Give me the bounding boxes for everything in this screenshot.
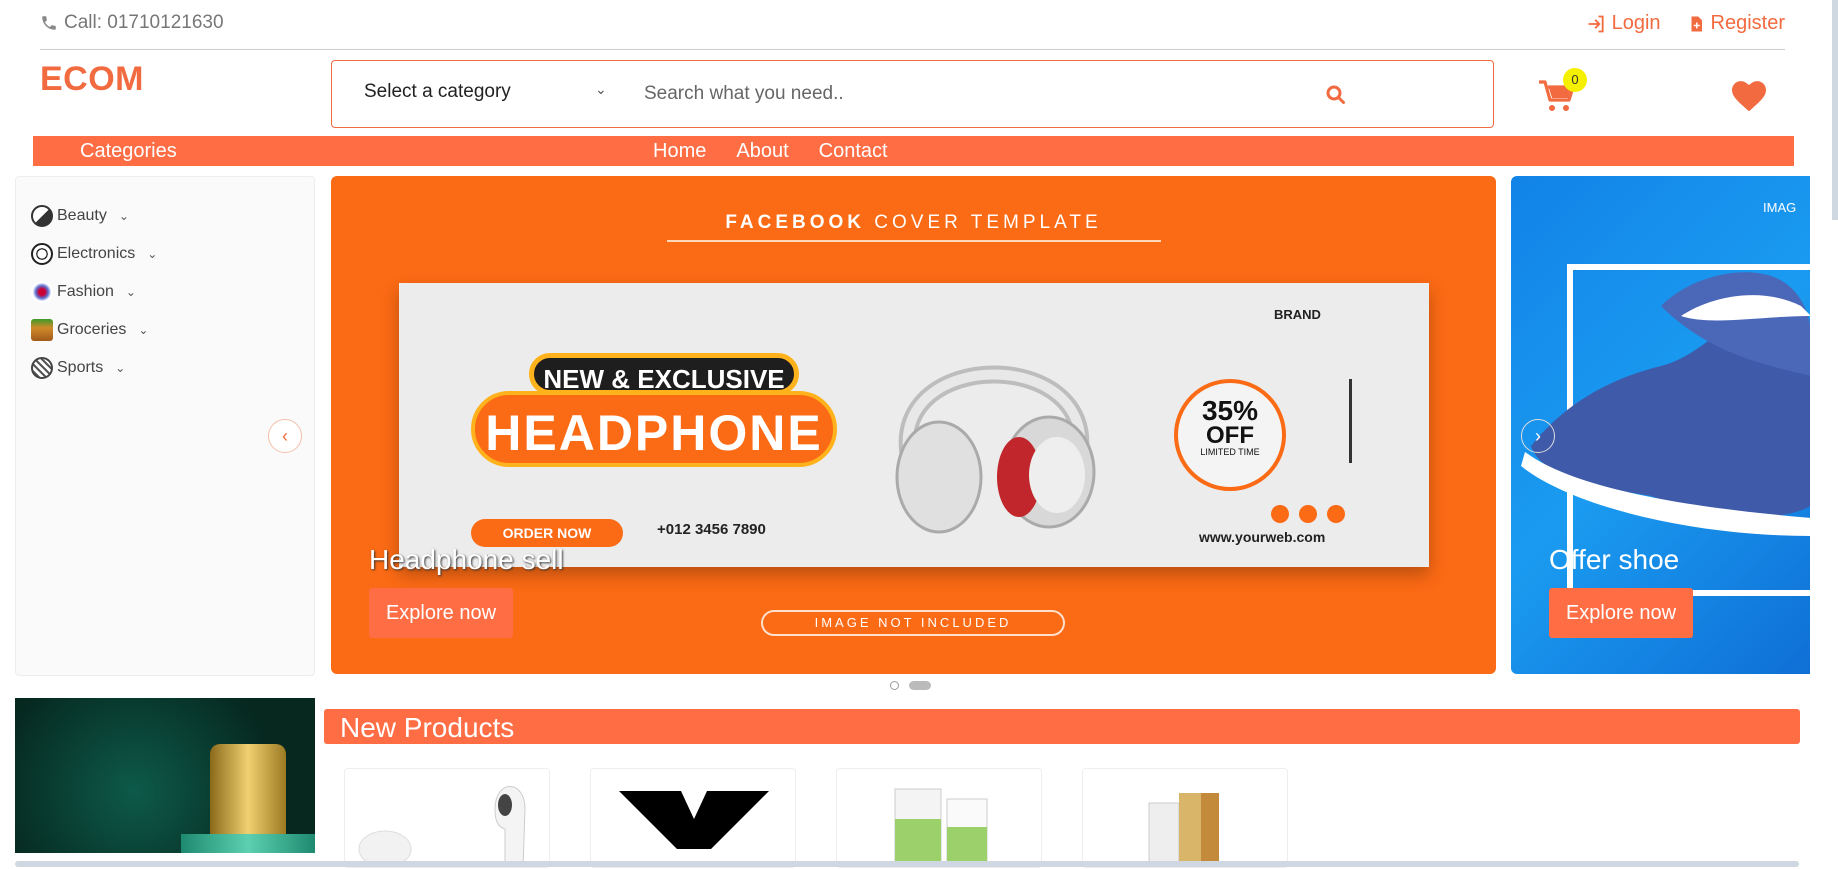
slide-caption: Offer shoe — [1549, 544, 1680, 575]
main-navbar: Categories Home About Contact — [33, 136, 1794, 166]
call-info: Call: 01710121630 — [40, 12, 224, 34]
explore-now-button[interactable]: Explore now — [1549, 588, 1693, 638]
groceries-icon — [31, 319, 53, 341]
electronics-icon — [31, 243, 53, 265]
explore-now-button[interactable]: Explore now — [369, 588, 513, 638]
product-card[interactable] — [344, 768, 550, 868]
product-tube-image — [1148, 793, 1219, 867]
product-card[interactable] — [1082, 768, 1288, 868]
carousel-indicators — [890, 681, 931, 690]
chevron-down-icon: ⌄ — [115, 361, 126, 375]
image-label: IMAG — [1763, 200, 1797, 215]
categories-toggle[interactable]: Categories — [80, 140, 177, 163]
sidebar-item-label: Electronics — [57, 245, 136, 262]
login-label: Login — [1611, 12, 1661, 34]
sports-icon — [31, 357, 53, 379]
nav-contact[interactable]: Contact — [819, 140, 888, 163]
chevron-down-icon: ⌄ — [138, 323, 149, 337]
sidebar-item-groceries[interactable]: Groceries ⌄ — [31, 319, 148, 341]
facebook-icon — [1271, 505, 1289, 523]
banner-tag: NEW & EXCLUSIVE — [529, 353, 799, 395]
category-select[interactable]: Select a category — [364, 81, 511, 103]
sidebar-item-label: Sports — [57, 359, 104, 376]
chevron-left-icon: ‹ — [282, 426, 288, 446]
site-logo[interactable]: ECOM — [40, 60, 144, 99]
login-link[interactable]: Login — [1586, 12, 1661, 35]
slide-caption: Headphone sell — [369, 544, 564, 575]
nav-about[interactable]: About — [736, 140, 788, 163]
section-title: New Products — [340, 712, 515, 743]
search-input[interactable] — [642, 73, 1292, 115]
banner-headline: HEADPHONE — [471, 391, 837, 467]
sign-in-icon — [1588, 15, 1604, 32]
banner-order: ORDER NOW — [471, 519, 623, 547]
beauty-icon — [31, 205, 53, 227]
banner-header: FACEBOOK COVER TEMPLATE — [725, 212, 1102, 233]
sidebar-item-label: Fashion — [57, 283, 114, 300]
sidebar-item-beauty[interactable]: Beauty ⌄ — [31, 205, 129, 227]
image-note: IMAGE NOT INCLUDED — [761, 610, 1065, 636]
promo-perfume-image — [15, 698, 315, 853]
perfume-bottle-shape — [181, 834, 315, 853]
top-bar: Call: 01710121630 Login Register — [40, 0, 1785, 50]
search-bar: Select a category ⌄ — [331, 60, 1494, 128]
sidebar-item-electronics[interactable]: Electronics ⌄ — [31, 243, 157, 265]
banner-divider — [667, 240, 1161, 242]
sidebar-item-label: Beauty — [57, 207, 107, 224]
cart-count-badge: 0 — [1563, 68, 1587, 92]
register-link[interactable]: Register — [1687, 12, 1785, 35]
product-card[interactable] — [836, 768, 1042, 868]
instagram-icon — [1327, 505, 1345, 523]
headphone-banner-image: NEW & EXCLUSIVE HEADPHONE ORDER NOW +012… — [399, 283, 1429, 567]
headphone-icon — [895, 365, 1096, 534]
call-text: Call: 01710121630 — [64, 12, 224, 33]
chevron-down-icon[interactable]: ⌄ — [595, 81, 607, 98]
carousel-dot[interactable] — [890, 681, 899, 690]
carousel-next-button[interactable]: › — [1521, 419, 1555, 453]
earbuds-image — [358, 786, 526, 867]
register-icon — [1691, 16, 1702, 31]
banner-brand: BRAND — [1274, 307, 1321, 322]
perfume-cap-shape — [210, 744, 286, 838]
fashion-icon — [31, 281, 53, 303]
twitter-icon — [1299, 505, 1317, 523]
sidebar-item-label: Groceries — [57, 321, 127, 338]
heart-icon[interactable] — [1730, 78, 1768, 112]
nav-links: Home About Contact — [653, 140, 888, 163]
chevron-down-icon: ⌄ — [147, 247, 158, 261]
horizontal-scrollbar[interactable] — [15, 861, 1799, 867]
social-icons — [1271, 505, 1345, 523]
discount-badge: 35% OFF LIMITED TIME — [1174, 379, 1286, 491]
product-box-image — [894, 788, 988, 867]
chevron-down-icon: ⌄ — [125, 285, 136, 299]
register-label: Register — [1710, 12, 1785, 34]
sidebar-item-sports[interactable]: Sports ⌄ — [31, 357, 125, 379]
carousel-slide-shoe: IMAG Offer shoe Explore now — [1511, 176, 1810, 674]
carousel-slide-headphone: FACEBOOK COVER TEMPLATE NEW & EXCLUSIVE … — [331, 176, 1496, 674]
chevron-down-icon: ⌄ — [118, 209, 129, 223]
banner-phone: +012 3456 7890 — [657, 521, 766, 538]
search-icon[interactable] — [1324, 83, 1348, 107]
auth-links: Login Register — [1586, 12, 1785, 35]
chevron-right-icon: › — [1535, 426, 1541, 446]
vertical-scrollbar[interactable] — [1832, 0, 1838, 220]
product-card[interactable] — [590, 768, 796, 868]
banner-divider-bar — [1349, 379, 1352, 463]
sidebar-item-fashion[interactable]: Fashion ⌄ — [31, 281, 136, 303]
new-products-header: New Products — [324, 709, 1800, 744]
banner-website: www.yourweb.com — [1199, 529, 1326, 545]
product-logo-image — [619, 791, 769, 849]
carousel-dot-active[interactable] — [909, 681, 931, 690]
phone-icon — [42, 16, 56, 30]
carousel-prev-button[interactable]: ‹ — [268, 419, 302, 453]
nav-home[interactable]: Home — [653, 140, 706, 163]
